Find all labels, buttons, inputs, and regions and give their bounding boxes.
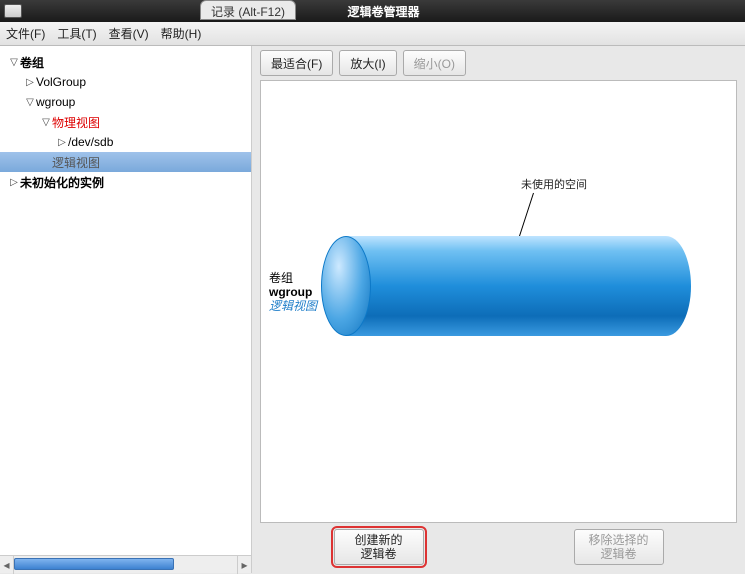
tree-root-uninitialized[interactable]: ▷ 未初始化的实例 [0,172,251,192]
label-group: 卷组 [269,271,317,285]
tree-item-dev-sdb[interactable]: ▷ /dev/sdb [0,132,251,152]
menu-view[interactable]: 查看(V) [109,25,149,42]
zoom-in-button[interactable]: 放大(I) [339,50,396,76]
tree-item-wgroup[interactable]: ▽ wgroup [0,92,251,112]
menubar: 文件(F) 工具(T) 查看(V) 帮助(H) [0,22,745,46]
volume-labels: 卷组 wgroup 逻辑视图 [269,271,317,313]
menu-file[interactable]: 文件(F) [6,25,45,42]
tree-label: /dev/sdb [68,135,113,149]
menu-help[interactable]: 帮助(H) [161,25,202,42]
scroll-right-icon[interactable]: ▸ [237,556,251,574]
remove-lv-button: 移除选择的 逻辑卷 [574,529,664,565]
tree-label: 未初始化的实例 [20,174,104,191]
chevron-right-icon: ▷ [56,137,68,148]
tree-item-volgroup[interactable]: ▷ VolGroup [0,72,251,92]
chevron-down-icon: ▽ [24,97,36,108]
tree-item-logical-view[interactable]: 逻辑视图 [0,152,251,172]
view-toolbar: 最适合(F) 放大(I) 缩小(O) [252,46,745,80]
menu-tools[interactable]: 工具(T) [57,25,96,42]
annotation-unused: 未使用的空间 [521,176,587,192]
label-name: wgroup [269,285,317,299]
scrollbar-thumb[interactable] [14,558,174,570]
tree-label: VolGroup [36,75,86,89]
scroll-left-icon[interactable]: ◂ [0,556,14,574]
cylinder-body [346,236,666,336]
horizontal-scrollbar[interactable]: ◂ ▸ [0,555,251,573]
tree: ▽ 卷组 ▷ VolGroup ▽ wgroup ▽ 物理视图 ▷ /dev/s… [0,46,251,555]
chevron-right-icon: ▷ [8,177,20,188]
titlebar: 记录 (Alt-F12) 逻辑卷管理器 [0,0,745,22]
tree-label: 卷组 [20,54,44,71]
create-lv-button[interactable]: 创建新的 逻辑卷 [334,529,424,565]
label-view: 逻辑视图 [269,299,317,313]
window-title: 逻辑卷管理器 [22,3,745,20]
tree-item-physical-view[interactable]: ▽ 物理视图 [0,112,251,132]
fit-button[interactable]: 最适合(F) [260,50,333,76]
sidebar: ▽ 卷组 ▷ VolGroup ▽ wgroup ▽ 物理视图 ▷ /dev/s… [0,46,252,573]
zoom-out-button: 缩小(O) [403,50,466,76]
volume-cylinder [321,236,691,336]
chevron-down-icon: ▽ [8,57,20,68]
tree-label: 逻辑视图 [52,154,100,171]
record-tab[interactable]: 记录 (Alt-F12) [200,0,296,20]
tree-root-volgroups[interactable]: ▽ 卷组 [0,52,251,72]
tree-label: wgroup [36,95,75,109]
chevron-right-icon: ▷ [24,77,36,88]
main-panel: 最适合(F) 放大(I) 缩小(O) 卷组 wgroup 逻辑视图 未使用的空间… [252,46,745,573]
tree-label: 物理视图 [52,114,100,131]
visualization-canvas: 卷组 wgroup 逻辑视图 未使用的空间 [260,80,737,523]
annotation-leader-line [518,193,534,239]
minimize-button[interactable] [4,4,22,18]
footer-actions: 创建新的 逻辑卷 移除选择的 逻辑卷 [252,527,745,573]
cylinder-cap-left [321,236,371,336]
chevron-down-icon: ▽ [40,117,52,128]
